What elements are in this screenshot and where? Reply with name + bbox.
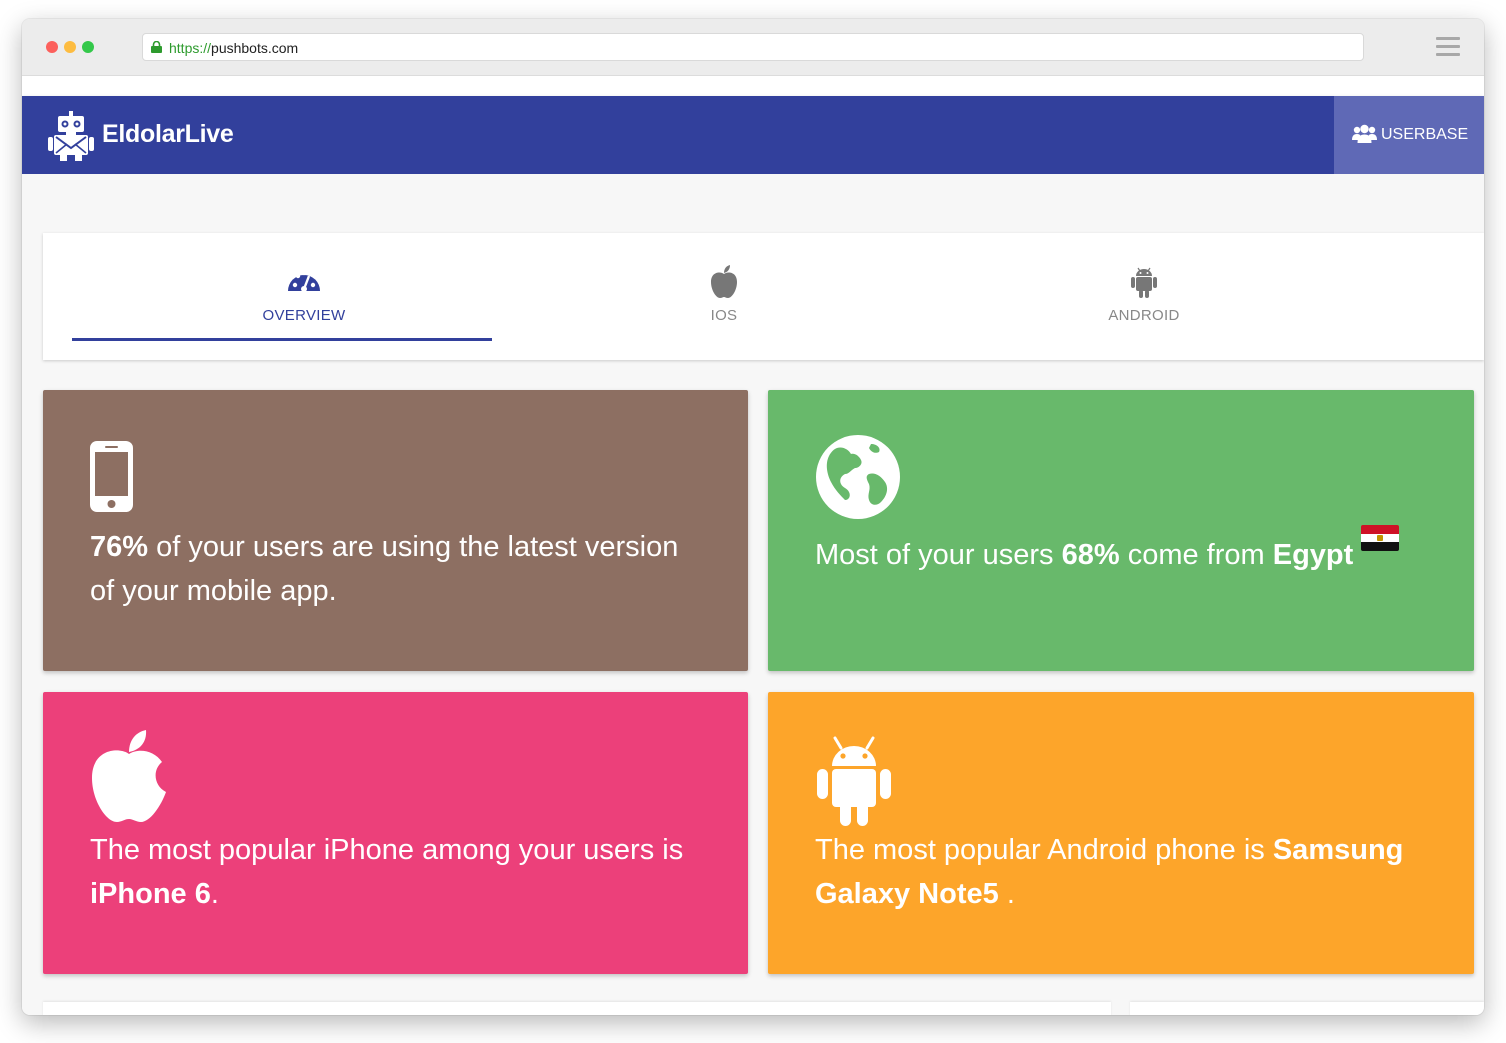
active-tab-indicator <box>72 338 492 341</box>
tab-overview-label: OVERVIEW <box>262 307 346 324</box>
userbase-label: USERBASE <box>1381 126 1469 143</box>
apple-icon <box>92 730 166 822</box>
dashboard-content: OVERVIEW IOS ANDROID 76% of your users a… <box>22 174 1484 1015</box>
android-icon <box>1131 267 1157 298</box>
next-panel-right <box>1130 1002 1484 1015</box>
popular-iphone-card: The most popular iPhone among your users… <box>43 692 748 974</box>
hamburger-menu-icon[interactable] <box>1436 37 1460 57</box>
latest-version-text: 76% of your users are using the latest v… <box>90 531 679 607</box>
tab-ios[interactable]: IOS <box>514 233 934 360</box>
popular-android-card: The most popular Android phone is Samsun… <box>768 692 1474 974</box>
browser-chrome: https://pushbots.com <box>22 19 1484 76</box>
popular-iphone-text: The most popular iPhone among your users… <box>90 834 684 910</box>
popular-iphone-model: iPhone 6 <box>90 878 211 910</box>
popular-android-text: The most popular Android phone is Samsun… <box>815 834 1404 910</box>
top-country-percent: 68% <box>1061 539 1120 571</box>
latest-version-card: 76% of your users are using the latest v… <box>43 390 748 671</box>
next-panel-left <box>43 1002 1111 1015</box>
browser-gap <box>22 76 1484 96</box>
app-title: EldolarLive <box>102 120 234 148</box>
globe-icon <box>816 435 900 519</box>
top-country-card: Most of your users 68% come from Egypt <box>768 390 1474 671</box>
tab-android-label: ANDROID <box>1108 307 1180 324</box>
tab-ios-label: IOS <box>710 307 738 324</box>
robot-logo-icon <box>48 111 94 161</box>
userbase-button[interactable]: USERBASE <box>1334 96 1484 174</box>
maximize-window-button[interactable] <box>82 41 94 53</box>
top-country-text: Most of your users 68% come from Egypt <box>815 525 1455 577</box>
close-window-button[interactable] <box>46 41 58 53</box>
platform-tabs: OVERVIEW IOS ANDROID <box>43 233 1484 360</box>
dashboard-icon <box>288 270 320 292</box>
app-header: EldolarLive USERBASE <box>22 96 1484 174</box>
users-icon <box>1352 124 1377 143</box>
mobile-phone-icon <box>90 441 133 512</box>
minimize-window-button[interactable] <box>64 41 76 53</box>
url-text: https://pushbots.com <box>169 40 299 56</box>
browser-window: https://pushbots.com EldolarLive USERBAS… <box>22 19 1484 1015</box>
android-icon <box>817 736 891 826</box>
tab-android[interactable]: ANDROID <box>934 233 1354 360</box>
top-country-name: Egypt <box>1272 539 1354 571</box>
apple-icon <box>711 265 737 298</box>
lock-icon <box>151 41 162 53</box>
egypt-flag-icon <box>1361 525 1400 551</box>
address-bar[interactable]: https://pushbots.com <box>142 33 1364 61</box>
latest-version-percent: 76% <box>90 531 149 563</box>
